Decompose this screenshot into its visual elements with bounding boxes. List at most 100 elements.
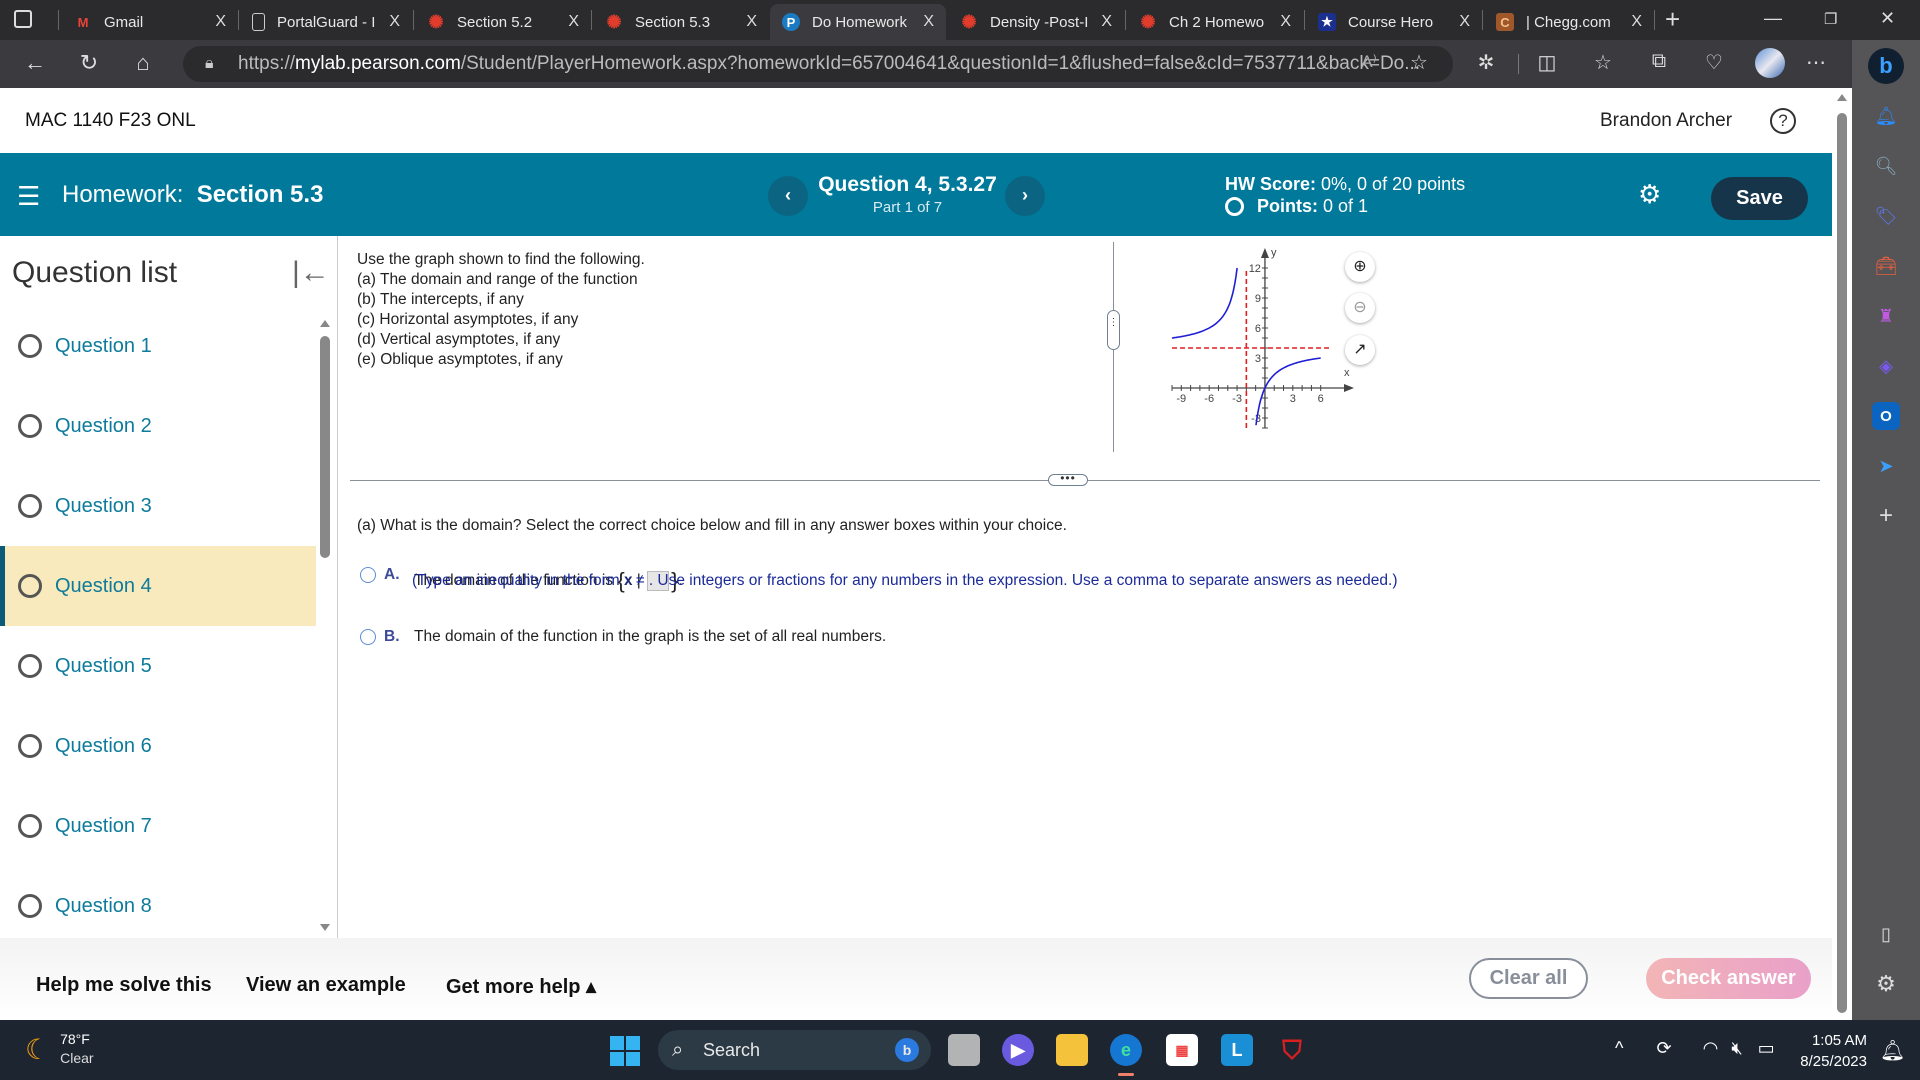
teams-chat-icon[interactable]: ▶ xyxy=(1002,1034,1034,1066)
page-scroll-up-arrow[interactable] xyxy=(1837,94,1847,101)
zoom-in-icon[interactable]: ⊕ xyxy=(1345,252,1375,282)
add-sidebar-app-icon[interactable]: + xyxy=(1872,502,1900,530)
question-list-item[interactable]: Question 6 xyxy=(0,706,316,786)
vertical-resize-handle[interactable]: ⋮ xyxy=(1107,310,1120,350)
task-view-icon[interactable] xyxy=(948,1034,980,1066)
home-button[interactable]: ⌂ xyxy=(128,50,158,76)
horizontal-resize-handle[interactable]: ••• xyxy=(1048,472,1088,486)
edge-browser-icon[interactable]: e xyxy=(1110,1034,1142,1066)
next-question-button[interactable]: › xyxy=(1005,176,1045,216)
search-icon[interactable]: 🔍︎ xyxy=(1872,152,1900,180)
course-title[interactable]: MAC 1140 F23 ONL xyxy=(25,110,196,132)
save-button[interactable]: Save xyxy=(1711,177,1808,220)
question-list-item[interactable]: Question 1 xyxy=(0,306,316,386)
minimize-button[interactable]: — xyxy=(1764,8,1782,29)
battery-icon[interactable]: ▭ xyxy=(1758,1038,1775,1058)
close-tab-icon[interactable]: X xyxy=(923,13,934,31)
mcafee-icon[interactable]: ⛉ xyxy=(1276,1034,1308,1066)
start-button[interactable] xyxy=(610,1036,640,1066)
tab-chegg[interactable]: C | Chegg.com X xyxy=(1484,4,1654,40)
bing-copilot-icon[interactable]: b xyxy=(1868,48,1904,84)
choice-b[interactable]: B. The domain of the function in the gra… xyxy=(360,628,886,646)
close-tab-icon[interactable]: X xyxy=(1280,13,1291,31)
weather-widget[interactable]: ☾ 78°F Clear xyxy=(25,1030,94,1068)
lockdown-browser-icon[interactable]: L xyxy=(1221,1034,1253,1066)
tab-actions-icon[interactable] xyxy=(14,10,32,28)
choice-a-radio[interactable] xyxy=(360,567,376,583)
clock[interactable]: 1:05 AM 8/25/2023 xyxy=(1790,1030,1867,1072)
close-tab-icon[interactable]: X xyxy=(215,13,226,31)
file-explorer-icon[interactable] xyxy=(1056,1034,1088,1066)
question-list-item[interactable]: Question 2 xyxy=(0,386,316,466)
tools-icon[interactable]: 🧰︎ xyxy=(1872,252,1900,280)
tab-section-5-2[interactable]: ✺ Section 5.2 X xyxy=(415,4,591,40)
page-scroll-down-arrow[interactable] xyxy=(1837,1006,1847,1013)
open-new-window-icon[interactable]: ↗ xyxy=(1345,335,1375,365)
notification-bell-icon[interactable]: 🔔︎ xyxy=(1872,102,1900,130)
outlook-icon[interactable]: O xyxy=(1872,402,1900,430)
close-tab-icon[interactable]: X xyxy=(389,13,400,31)
zoom-out-icon[interactable]: ⊖ xyxy=(1345,293,1375,323)
back-button[interactable]: ← xyxy=(20,50,50,76)
scroll-up-arrow[interactable] xyxy=(320,320,330,327)
close-tab-icon[interactable]: X xyxy=(1101,13,1112,31)
help-icon[interactable]: ? xyxy=(1770,108,1796,134)
view-example-link[interactable]: View an example xyxy=(246,974,406,997)
favorite-star-icon[interactable]: ☆ xyxy=(1405,50,1433,75)
close-tab-icon[interactable]: X xyxy=(746,13,757,31)
show-hidden-icons-chevron[interactable]: ^ xyxy=(1615,1038,1623,1058)
menu-icon[interactable]: ☰ xyxy=(17,181,40,212)
notifications-bell-icon[interactable]: 🔔︎ xyxy=(1880,1038,1905,1063)
sidebar-settings-icon[interactable]: ⚙ xyxy=(1872,970,1900,998)
favorites-icon[interactable]: ☆ xyxy=(1589,50,1617,75)
tab-ch2-homework[interactable]: ✺ Ch 2 Homewo X xyxy=(1127,4,1303,40)
wifi-icon[interactable]: ◠ xyxy=(1703,1038,1719,1058)
microsoft-store-icon[interactable]: ▦ xyxy=(1166,1034,1198,1066)
microsoft-365-icon[interactable]: ◈ xyxy=(1872,352,1900,380)
scroll-down-arrow[interactable] xyxy=(320,924,330,931)
browser-essentials-icon[interactable]: ♡ xyxy=(1700,50,1728,75)
question-list-item[interactable]: Question 8 xyxy=(0,866,316,946)
split-screen-icon[interactable]: ◫ xyxy=(1533,50,1561,75)
games-icon[interactable]: ♜ xyxy=(1872,302,1900,330)
drop-icon[interactable]: ➤ xyxy=(1872,452,1900,480)
taskbar-search[interactable]: ⌕ Search b xyxy=(658,1030,931,1070)
page-scrollbar[interactable] xyxy=(1832,88,1852,1020)
close-tab-icon[interactable]: X xyxy=(1459,13,1470,31)
choice-b-radio[interactable] xyxy=(360,629,376,645)
collections-icon[interactable]: ⧉ xyxy=(1645,50,1673,73)
shopping-tag-icon[interactable]: 🏷︎ xyxy=(1872,202,1900,230)
read-aloud-icon[interactable]: A⁾ xyxy=(1355,52,1383,72)
question-list-item[interactable]: Question 7 xyxy=(0,786,316,866)
settings-gear-icon[interactable]: ⚙ xyxy=(1638,179,1661,210)
question-list-item[interactable]: Question 3 xyxy=(0,466,316,546)
more-options-icon[interactable]: ⋯ xyxy=(1802,50,1830,75)
sync-icon[interactable]: ⟳ xyxy=(1656,1038,1671,1058)
tab-gmail[interactable]: M Gmail X xyxy=(62,4,238,40)
tab-portalguard[interactable]: PortalGuard - I X xyxy=(240,4,412,40)
user-name[interactable]: Brandon Archer xyxy=(1600,110,1732,132)
scrollbar-thumb[interactable] xyxy=(320,336,330,558)
question-list-item-active[interactable]: Question 4 xyxy=(0,546,316,626)
close-window-button[interactable]: ✕ xyxy=(1880,8,1895,29)
refresh-button[interactable]: ↻ xyxy=(74,50,104,76)
tab-section-5-3[interactable]: ✺ Section 5.3 X xyxy=(593,4,769,40)
address-bar[interactable]: 🔒︎ https://mylab.pearson.com/Student/Pla… xyxy=(183,46,1453,82)
help-me-solve-link[interactable]: Help me solve this xyxy=(36,974,212,997)
get-more-help-link[interactable]: Get more help ▴ xyxy=(446,974,596,999)
hide-sidebar-icon[interactable]: ▯ xyxy=(1872,920,1900,948)
check-answer-button[interactable]: Check answer xyxy=(1646,958,1811,999)
close-tab-icon[interactable]: X xyxy=(1631,13,1642,31)
restore-button[interactable]: ❐ xyxy=(1824,10,1837,28)
tab-course-hero[interactable]: ★ Course Hero X xyxy=(1306,4,1482,40)
close-tab-icon[interactable]: X xyxy=(568,13,579,31)
clear-all-button[interactable]: Clear all xyxy=(1469,958,1588,999)
tab-do-homework[interactable]: P Do Homework X xyxy=(770,4,946,40)
collapse-panel-icon[interactable]: |← xyxy=(292,256,330,290)
question-list-item[interactable]: Question 5 xyxy=(0,626,316,706)
page-scrollbar-thumb[interactable] xyxy=(1837,113,1847,1013)
new-tab-button[interactable]: + xyxy=(1665,4,1680,35)
extensions-icon[interactable]: ✲ xyxy=(1472,50,1500,75)
volume-muted-icon[interactable]: 🔇︎ xyxy=(1731,1038,1742,1058)
question-list-scrollbar[interactable] xyxy=(318,316,332,936)
